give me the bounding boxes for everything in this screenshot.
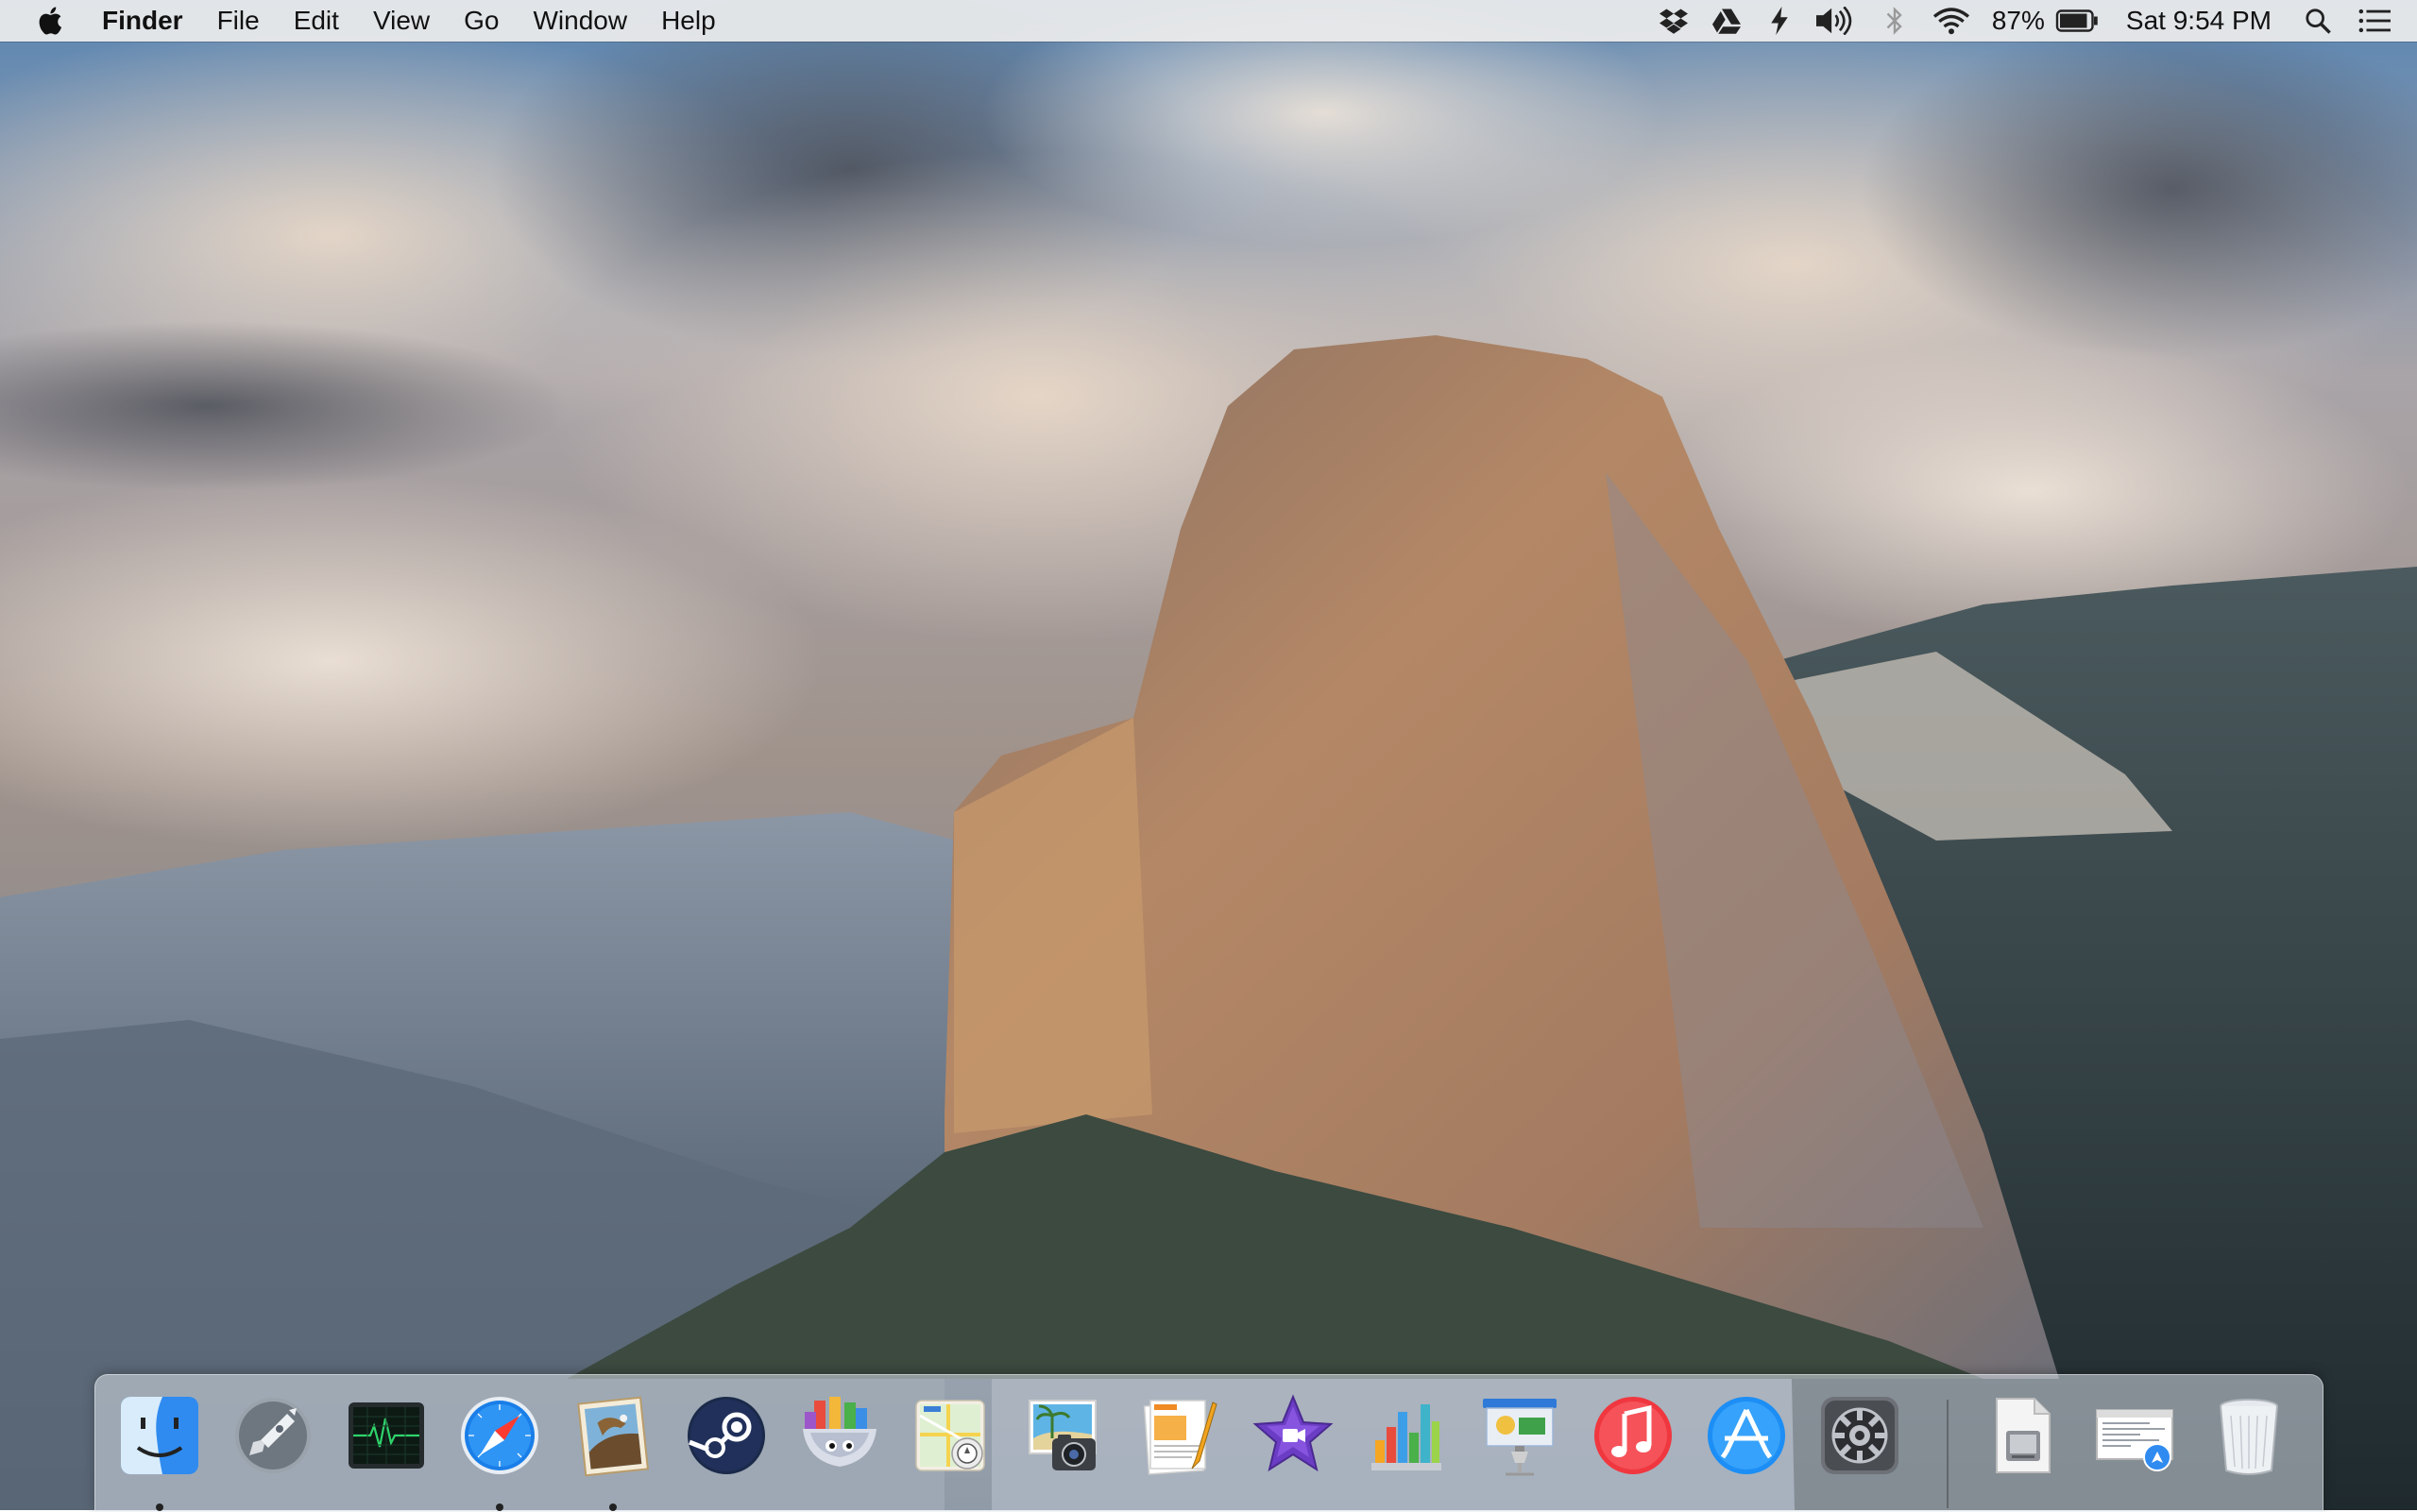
pages-icon xyxy=(1143,1400,1217,1475)
safari-icon xyxy=(461,1397,538,1474)
apple-menu-icon[interactable] xyxy=(36,5,68,37)
dropbox-icon[interactable] xyxy=(1658,5,1690,37)
dock-item-pages[interactable] xyxy=(1132,1388,1227,1492)
dock-item-launchpad[interactable] xyxy=(226,1388,320,1492)
menu-help[interactable]: Help xyxy=(661,0,716,42)
finder-icon xyxy=(121,1397,198,1474)
battery-icon[interactable] xyxy=(2054,5,2100,37)
itunes-icon xyxy=(1594,1397,1672,1474)
steam-icon xyxy=(688,1397,765,1474)
launchpad-icon xyxy=(235,1398,311,1473)
spotlight-search-icon[interactable] xyxy=(2302,5,2334,37)
image-capture-icon xyxy=(1029,1400,1097,1470)
numbers-icon xyxy=(1371,1404,1441,1470)
dock xyxy=(94,1374,2323,1512)
maps-icon xyxy=(915,1400,985,1471)
menu-view[interactable]: View xyxy=(373,0,430,42)
menu-bar-status-area: 87% Sat 9:54 PM xyxy=(1637,0,2417,42)
wifi-icon[interactable] xyxy=(1932,5,1971,37)
menu-go[interactable]: Go xyxy=(464,0,499,42)
dock-item-image-capture[interactable] xyxy=(1019,1388,1114,1492)
lightning-icon[interactable] xyxy=(1763,5,1796,37)
trash-icon xyxy=(2220,1399,2278,1475)
mail-icon xyxy=(577,1396,649,1477)
dock-item-itunes[interactable] xyxy=(1586,1388,1680,1492)
dock-item-keynote[interactable] xyxy=(1472,1388,1567,1492)
notification-center-icon[interactable] xyxy=(2358,5,2391,37)
dock-item-steam[interactable] xyxy=(679,1388,774,1492)
dock-item-maps[interactable] xyxy=(906,1388,1000,1492)
menu-edit[interactable]: Edit xyxy=(294,0,339,42)
menu-bar-left: Finder File Edit View Go Window Help xyxy=(0,0,750,42)
bluetooth-icon[interactable] xyxy=(1879,5,1911,37)
dock-item-downloads-stack[interactable] xyxy=(2088,1388,2183,1492)
downloads-stack-icon xyxy=(2096,1409,2173,1471)
volume-icon[interactable] xyxy=(1815,5,1858,37)
menu-bar: Finder File Edit View Go Window Help 87%… xyxy=(0,0,2417,42)
dock-item-candy-bar[interactable] xyxy=(792,1388,887,1492)
dock-item-system-preferences[interactable] xyxy=(1813,1388,1907,1492)
dock-item-imovie[interactable] xyxy=(1246,1388,1340,1492)
google-drive-icon[interactable] xyxy=(1711,5,1743,37)
dock-item-documents-stack[interactable] xyxy=(1975,1388,2069,1492)
imovie-icon xyxy=(1252,1394,1334,1472)
activity-monitor-icon xyxy=(349,1402,424,1469)
dock-item-numbers[interactable] xyxy=(1359,1388,1454,1492)
document-stack-icon xyxy=(1996,1398,2051,1473)
dock-item-trash[interactable] xyxy=(2202,1388,2296,1492)
candy-bar-icon xyxy=(803,1397,877,1467)
dock-items xyxy=(95,1388,2323,1511)
keynote-icon xyxy=(1483,1399,1557,1476)
dock-item-safari[interactable] xyxy=(452,1388,547,1511)
desktop-wallpaper xyxy=(0,0,2417,1510)
dock-item-finder[interactable] xyxy=(112,1388,207,1511)
menu-app-name[interactable]: Finder xyxy=(102,0,183,42)
menu-bar-clock[interactable]: Sat 9:54 PM xyxy=(2126,0,2272,42)
system-preferences-icon xyxy=(1821,1397,1898,1474)
dock-item-activity-monitor[interactable] xyxy=(339,1388,434,1492)
menu-window[interactable]: Window xyxy=(533,0,627,42)
dock-separator xyxy=(1947,1400,1949,1508)
dock-item-app-store[interactable] xyxy=(1699,1388,1794,1492)
menu-file[interactable]: File xyxy=(217,0,260,42)
dock-item-mail[interactable] xyxy=(566,1388,660,1511)
app-store-icon xyxy=(1708,1397,1785,1474)
battery-percent[interactable]: 87% xyxy=(1992,0,2045,42)
wallpaper-landscape xyxy=(0,0,2417,1510)
